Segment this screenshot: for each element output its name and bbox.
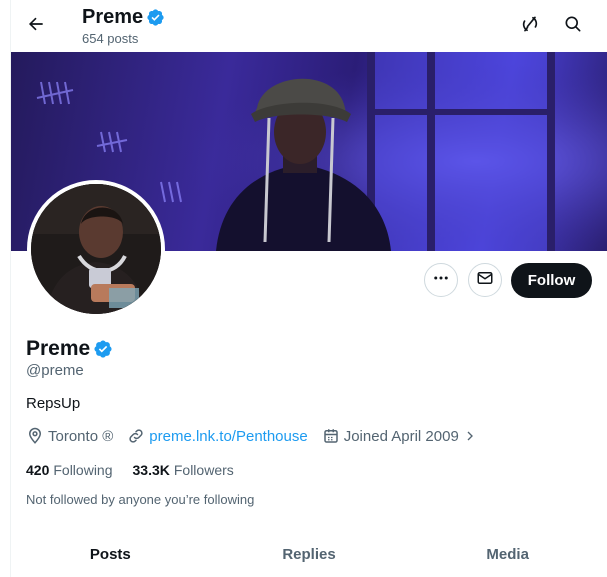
profile-page: Preme 654 posts Follow Preme @preme Reps…	[0, 0, 607, 577]
calendar-icon	[323, 429, 338, 443]
posts-count: 654 posts	[82, 31, 139, 46]
message-button[interactable]	[468, 263, 502, 297]
website-item: preme.lnk.to/Penthouse	[127, 427, 308, 445]
search-button[interactable]	[557, 10, 589, 42]
profile-meta: Toronto ® preme.lnk.to/Penthouse Joined …	[26, 427, 496, 445]
verified-badge-icon[interactable]	[93, 339, 113, 359]
tab-media[interactable]: Media	[408, 530, 607, 577]
more-icon	[432, 269, 450, 292]
profile-name: Preme	[26, 337, 91, 360]
avatar-image	[31, 184, 161, 314]
envelope-icon	[476, 269, 494, 292]
joined-text: Joined April 2009	[343, 427, 459, 445]
profile-tabs: Posts Replies Media	[11, 530, 607, 577]
following-count: 420	[26, 462, 50, 478]
tab-label: Posts	[89, 546, 131, 563]
followers-count: 33.3K	[132, 462, 170, 478]
profile-bio: RepsUp	[26, 395, 81, 412]
arrow-left-icon	[26, 14, 46, 39]
profile-name-row: Preme	[26, 336, 113, 362]
avatar[interactable]	[27, 180, 165, 318]
verified-badge-icon[interactable]	[146, 8, 165, 27]
joined-item[interactable]: Joined April 2009	[322, 427, 482, 445]
top-bar: Preme 654 posts	[0, 0, 607, 52]
tab-label: Media	[486, 546, 529, 563]
profile-handle: @preme	[26, 362, 84, 379]
website-link[interactable]: preme.lnk.to/Penthouse	[149, 428, 307, 445]
location-pin-icon	[28, 427, 42, 444]
header-titles: Preme 654 posts	[82, 5, 165, 46]
header-name: Preme	[82, 6, 144, 28]
following-label: Following	[53, 462, 113, 478]
back-button[interactable]	[20, 10, 52, 42]
follow-button[interactable]: Follow	[511, 263, 592, 298]
location-text: Toronto ®	[48, 427, 114, 445]
header-name-row: Preme	[82, 5, 165, 29]
search-icon	[563, 14, 583, 39]
tab-label: Replies	[282, 546, 336, 563]
tab-replies[interactable]: Replies	[210, 530, 409, 577]
location-item: Toronto ®	[26, 427, 113, 445]
grok-icon	[520, 14, 540, 39]
followers-label: Followers	[173, 462, 234, 478]
grok-button[interactable]	[514, 10, 546, 42]
chevron-right-icon	[467, 431, 473, 441]
follow-stats: 420 Following 33.3K Followers	[26, 462, 254, 478]
not-followed-note: Not followed by anyone you’re following	[26, 492, 255, 507]
followers-stat[interactable]: 33.3K Followers	[133, 462, 234, 478]
tab-posts[interactable]: Posts	[11, 530, 210, 577]
following-stat[interactable]: 420 Following	[26, 462, 113, 478]
link-icon	[129, 429, 143, 443]
more-button[interactable]	[424, 263, 458, 297]
